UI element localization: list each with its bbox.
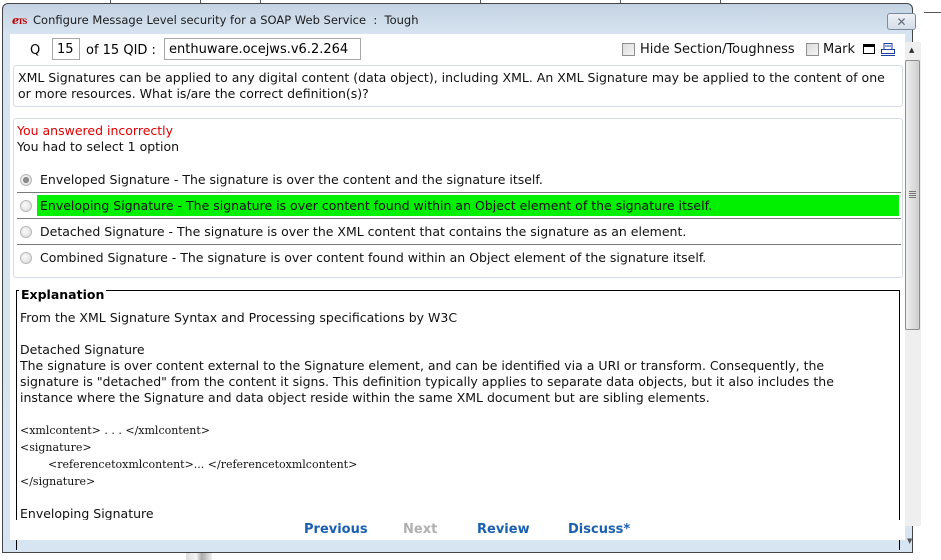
hide-section-checkbox[interactable] <box>622 43 635 56</box>
title-bar[interactable]: eTS Configure Message Level security for… <box>3 4 916 34</box>
question-text: XML Signatures can be applied to any dig… <box>13 65 903 107</box>
option-text-correct: Enveloping Signature - The signature is … <box>37 195 899 216</box>
question-dialog: eTS Configure Message Level security for… <box>2 3 921 553</box>
explanation-legend: Explanation <box>19 287 107 302</box>
option-text: Detached Signature - The signature is ov… <box>40 224 687 239</box>
detached-heading: Detached Signature <box>20 342 145 357</box>
grip-icon <box>909 191 916 198</box>
question-number-field[interactable]: 15 <box>52 38 80 60</box>
option-item[interactable]: Combined Signature - The signature is ov… <box>17 245 901 271</box>
result-message: You answered incorrectly <box>17 123 174 138</box>
mark-label[interactable]: Mark <box>823 42 855 57</box>
ets-logo-icon: eTS <box>12 14 27 27</box>
scrollbar-thumb[interactable] <box>905 60 920 330</box>
background-app-edge <box>928 8 941 560</box>
code-line: </signature> <box>20 475 96 488</box>
radio-button[interactable] <box>20 226 32 238</box>
close-icon: ✕ <box>896 14 907 29</box>
background-app-line <box>924 12 941 13</box>
previous-button[interactable]: Previous <box>304 522 368 537</box>
radio-button[interactable] <box>20 252 32 264</box>
hide-section-label[interactable]: Hide Section/Toughness <box>640 42 795 57</box>
detached-text: The signature is over content external t… <box>20 358 834 405</box>
code-line: <signature> <box>20 441 92 454</box>
review-button[interactable]: Review <box>477 522 530 537</box>
window-title: Configure Message Level security for a S… <box>33 13 419 27</box>
navigation-bar: Previous Next Review Discuss* <box>10 520 905 540</box>
close-button[interactable]: ✕ <box>887 13 916 30</box>
option-item[interactable]: Enveloped Signature - The signature is o… <box>17 167 901 193</box>
code-line: <xmlcontent> . . . </xmlcontent> <box>20 424 210 437</box>
answer-panel: You answered incorrectly You had to sele… <box>13 118 903 278</box>
mark-checkbox[interactable] <box>806 43 819 56</box>
option-item-correct[interactable]: Enveloping Signature - The signature is … <box>17 193 901 219</box>
dialog-content: Q 15 of 15 QID : enthuware.ocejws.v6.2.2… <box>10 34 921 550</box>
q-label: Q <box>30 43 41 58</box>
explanation-intro: From the XML Signature Syntax and Proces… <box>20 310 458 325</box>
next-button[interactable]: Next <box>403 522 437 537</box>
of-total-label: of 15 QID : <box>86 43 156 58</box>
option-text: Enveloped Signature - The signature is o… <box>40 172 543 187</box>
radio-button-selected[interactable] <box>20 174 32 186</box>
print-icon[interactable] <box>881 43 895 56</box>
window-icon[interactable] <box>863 44 875 54</box>
scroll-up-icon[interactable]: ▲ <box>909 46 914 54</box>
qid-field[interactable]: enthuware.ocejws.v6.2.264 <box>164 38 361 60</box>
option-item[interactable]: Detached Signature - The signature is ov… <box>17 219 901 245</box>
selection-instruction: You had to select 1 option <box>17 139 180 154</box>
question-header: Q 15 of 15 QID : enthuware.ocejws.v6.2.2… <box>10 34 900 64</box>
discuss-button[interactable]: Discuss* <box>568 522 630 537</box>
vertical-scrollbar[interactable]: ▲ <box>905 42 921 526</box>
radio-button[interactable] <box>20 200 32 212</box>
option-text: Combined Signature - The signature is ov… <box>40 250 707 265</box>
code-line: <referencetoxmlcontent>... </referenceto… <box>48 458 358 471</box>
explanation-scroll-down-icon[interactable]: ▼ <box>907 537 912 545</box>
explanation-body[interactable]: From the XML Signature Syntax and Proces… <box>20 310 880 522</box>
